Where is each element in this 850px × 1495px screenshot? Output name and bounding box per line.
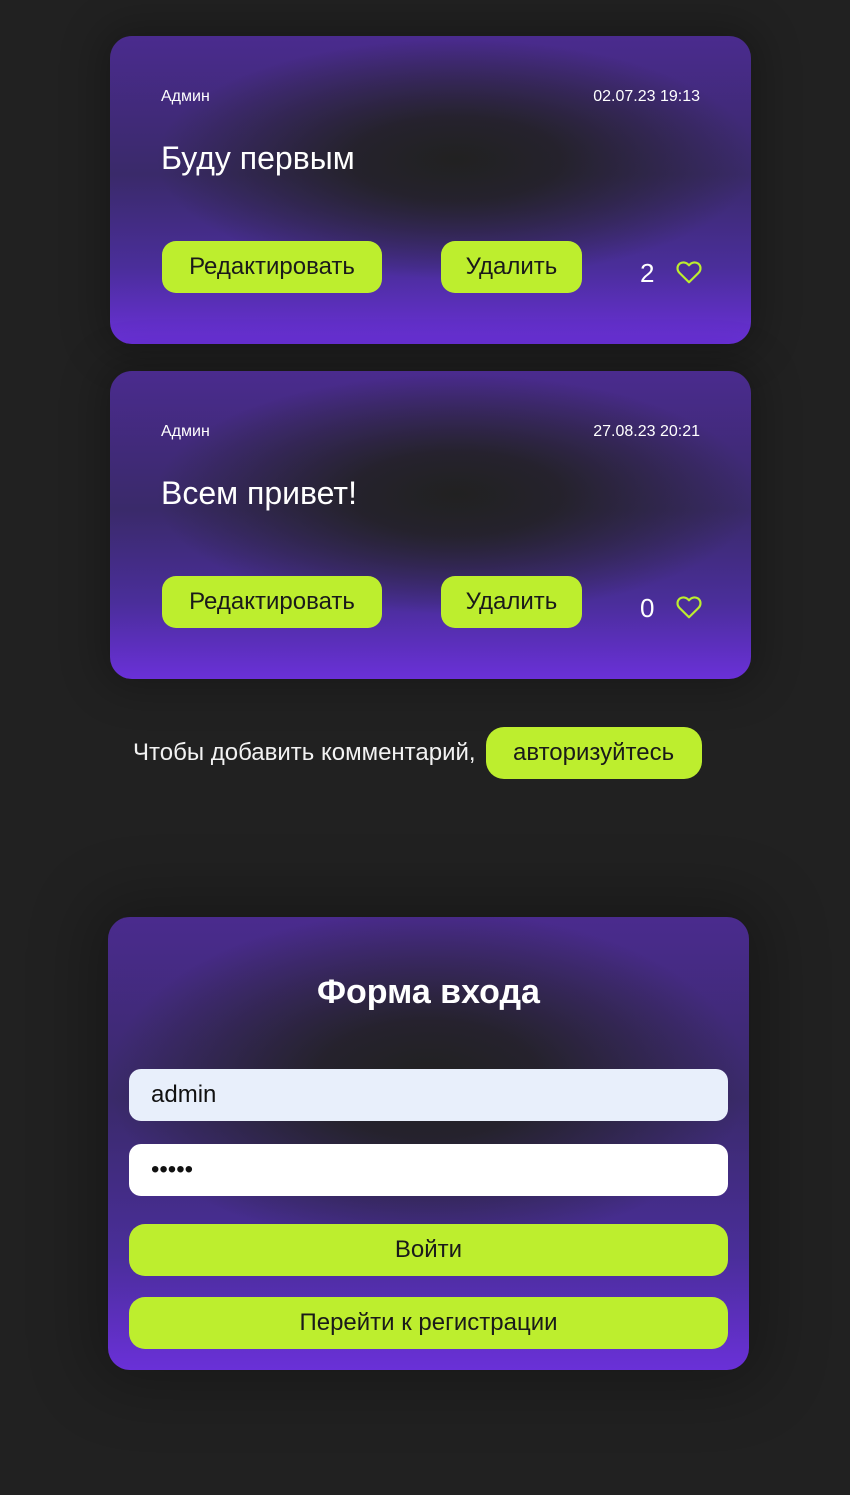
password-input[interactable]: [129, 1144, 728, 1196]
comment-text: Всем привет!: [161, 475, 357, 511]
delete-button[interactable]: Удалить: [441, 241, 582, 293]
comment-date: 02.07.23 19:13: [593, 88, 700, 105]
comment-card: Админ 27.08.23 20:21 Всем привет! Редакт…: [110, 371, 751, 679]
login-button[interactable]: Войти: [129, 1224, 728, 1276]
comment-author: Админ: [161, 423, 210, 440]
edit-button[interactable]: Редактировать: [162, 576, 382, 628]
login-form: Форма входа Войти Перейти к регистрации: [108, 917, 749, 1370]
auth-prompt: Чтобы добавить комментарий, авторизуйтес…: [133, 727, 702, 779]
auth-prompt-text: Чтобы добавить комментарий,: [133, 739, 476, 766]
delete-button[interactable]: Удалить: [441, 576, 582, 628]
edit-button[interactable]: Редактировать: [162, 241, 382, 293]
username-input[interactable]: [129, 1069, 728, 1121]
go-to-registration-button[interactable]: Перейти к регистрации: [129, 1297, 728, 1349]
comment-author: Админ: [161, 88, 210, 105]
heart-icon[interactable]: [676, 595, 702, 619]
likes-count: 0: [640, 593, 655, 623]
heart-icon[interactable]: [676, 260, 702, 284]
comment-card: Админ 02.07.23 19:13 Буду первым Редакти…: [110, 36, 751, 344]
login-form-title: Форма входа: [317, 973, 540, 1011]
likes-count: 2: [640, 258, 655, 288]
authorize-button[interactable]: авторизуйтесь: [485, 727, 702, 779]
comment-text: Буду первым: [161, 140, 355, 176]
comment-date: 27.08.23 20:21: [593, 423, 700, 440]
